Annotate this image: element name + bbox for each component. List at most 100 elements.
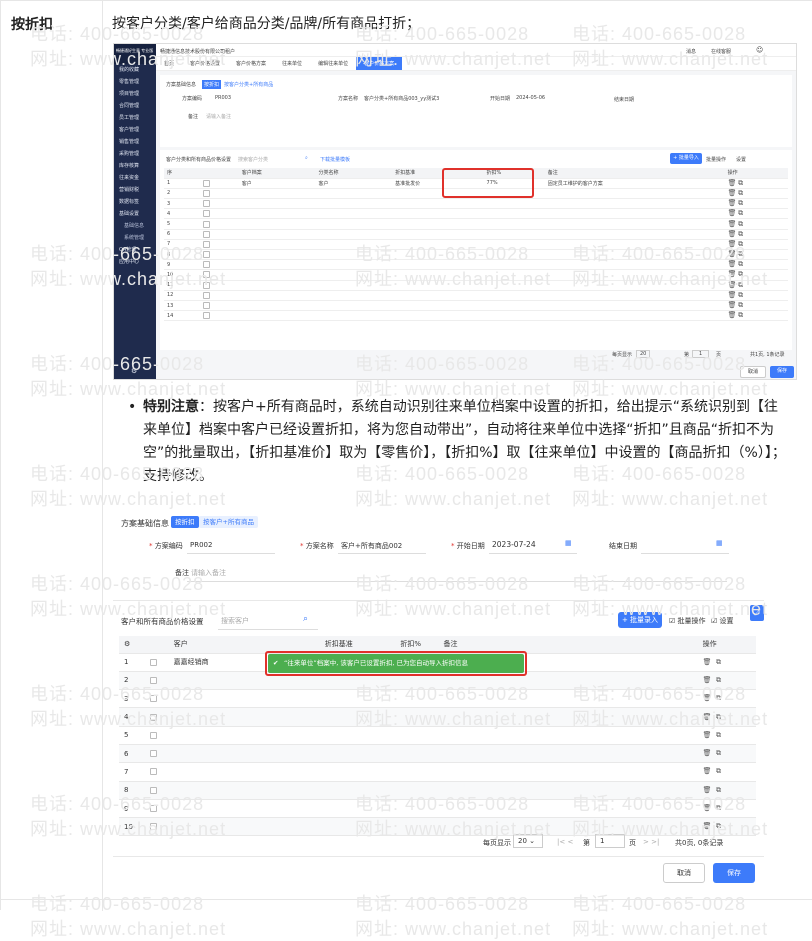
row-checkbox[interactable] [203, 200, 211, 208]
delete-icon[interactable]: 🗑 [703, 731, 712, 739]
sidebar-item[interactable]: 客户管理 [114, 124, 156, 136]
cancel-button[interactable]: 取消 [740, 366, 766, 378]
copy-icon[interactable]: ⧉ [716, 767, 721, 776]
sidebar-item[interactable]: 营销财税 [114, 184, 156, 196]
sidebar-item[interactable]: 往来资金 [114, 172, 156, 184]
table-row[interactable]: 7 🗑 ⧉ [119, 762, 756, 782]
copy-icon[interactable]: ⧉ [738, 199, 743, 208]
cancel-button[interactable]: 取消 [663, 863, 705, 883]
row-actions[interactable]: 🗑 ⧉ [697, 762, 756, 782]
row-checkbox[interactable] [149, 750, 157, 758]
table-row[interactable]: 11 🗑 ⧉ [164, 280, 788, 291]
row-actions[interactable]: 🗑 ⧉ [724, 208, 788, 220]
batch-import-button[interactable]: + 批量导入 [670, 153, 702, 164]
row-actions[interactable]: 🗑 ⧉ [724, 218, 788, 230]
sidebar-item[interactable]: 项目管理 [114, 88, 156, 100]
delete-icon[interactable]: 🗑 [728, 179, 737, 187]
copy-icon[interactable]: ⧉ [738, 240, 743, 249]
row-checkbox[interactable] [203, 302, 211, 310]
copy-icon[interactable]: ⧉ [716, 822, 721, 831]
next-page-icon[interactable]: > >| [643, 838, 659, 846]
row-actions[interactable]: 🗑 ⧉ [697, 744, 756, 764]
sidebar-item[interactable]: 员工管理 [114, 112, 156, 124]
row-actions[interactable]: 🗑 ⧉ [724, 290, 788, 301]
delete-icon[interactable]: 🗑 [703, 749, 712, 757]
row-actions[interactable]: 🗑 ⧉ [724, 229, 788, 240]
discount-tag[interactable]: 按折扣 [202, 80, 222, 89]
delete-icon[interactable]: 🗑 [728, 270, 737, 278]
sidebar-item[interactable]: 基础设置 [114, 208, 156, 220]
sidebar-item[interactable]: 合同管理 [114, 100, 156, 112]
row-checkbox[interactable] [149, 658, 157, 666]
table-row[interactable]: 6 🗑 ⧉ [119, 744, 756, 764]
copy-icon[interactable]: ⧉ [738, 281, 743, 290]
fullscreen-icon[interactable]: ⤢ [750, 605, 764, 621]
save-button[interactable]: 保存 [770, 366, 794, 378]
delete-icon[interactable]: 🗑 [728, 291, 737, 299]
template-link[interactable]: 下载批量模板 [320, 156, 350, 163]
page-input[interactable]: 1 [692, 350, 710, 358]
row-checkbox[interactable] [149, 768, 157, 776]
row-checkbox[interactable] [203, 312, 211, 320]
row-checkbox[interactable] [149, 786, 157, 794]
copy-icon[interactable]: ⧉ [716, 713, 721, 722]
row-actions[interactable]: 🗑 ⧉ [724, 198, 788, 210]
search-icon[interactable]: ⌕ [305, 155, 308, 161]
settings-gear-icon[interactable]: ⚙ [131, 367, 137, 375]
tab-customer-price-plan[interactable]: 客户价格方案 [228, 57, 274, 70]
delete-icon[interactable]: 🗑 [728, 301, 737, 309]
table-row[interactable]: 5 🗑 ⧉ [164, 218, 788, 230]
page-size-select[interactable]: 20 [636, 350, 651, 358]
delete-icon[interactable]: 🗑 [728, 220, 737, 228]
table-row[interactable]: 4 🗑 ⧉ [164, 208, 788, 220]
table-row[interactable]: 7 🗑 ⧉ [164, 239, 788, 251]
row-actions[interactable]: 🗑 ⧉ [697, 707, 756, 727]
row-checkbox[interactable] [203, 220, 211, 228]
row-actions[interactable]: 🗑 ⧉ [724, 249, 788, 261]
messages-link[interactable]: 消息 [686, 48, 696, 55]
row-checkbox[interactable] [203, 240, 211, 248]
row-checkbox[interactable] [203, 210, 211, 218]
copy-icon[interactable]: ⧉ [738, 179, 743, 188]
sidebar-item[interactable]: 系统管理 [114, 232, 156, 244]
delete-icon[interactable]: 🗑 [728, 230, 737, 238]
tab-customer-price-setting[interactable]: 客户价格设置 [182, 57, 228, 70]
table-row[interactable]: 9 🗑 ⧉ [119, 799, 756, 819]
row-actions[interactable]: 🗑 ⧉ [724, 239, 788, 251]
tab-partners[interactable]: 往来单位 [274, 57, 310, 70]
table-row[interactable]: 3 🗑 ⧉ [164, 198, 788, 210]
copy-icon[interactable]: ⧉ [716, 676, 721, 685]
delete-icon[interactable]: 🗑 [728, 281, 737, 289]
row-checkbox[interactable] [203, 251, 211, 259]
delete-icon[interactable]: 🗑 [728, 240, 737, 248]
scope-tag[interactable]: 按客户分类+所有商品 [222, 80, 275, 89]
page-input[interactable]: 1 [595, 834, 625, 848]
first-page-icon[interactable]: |< < [557, 838, 573, 846]
copy-icon[interactable]: ⧉ [738, 189, 743, 198]
sidebar-item[interactable]: 库存核算 [114, 160, 156, 172]
tab-home[interactable]: 首页 [156, 57, 182, 70]
discount-tag[interactable]: 按折扣 [171, 516, 199, 528]
delete-icon[interactable]: 🗑 [703, 676, 712, 684]
table-row[interactable]: 8 🗑 ⧉ [119, 781, 756, 800]
copy-icon[interactable]: ⧉ [738, 291, 743, 300]
org-name[interactable]: 畅捷通信息技术股份有限公司租户 [160, 48, 235, 55]
row-checkbox[interactable] [203, 281, 211, 289]
delete-icon[interactable]: 🗑 [728, 189, 737, 197]
copy-icon[interactable]: ⧉ [738, 250, 743, 259]
row-checkbox[interactable] [149, 676, 157, 684]
sidebar-item[interactable]: 数据标签 [114, 196, 156, 208]
table-row[interactable]: 4 🗑 ⧉ [119, 707, 756, 727]
sidebar-item[interactable]: 应用中心 [114, 256, 156, 268]
copy-icon[interactable]: ⧉ [738, 230, 743, 239]
tab-active-price-plan[interactable]: 客户价格方案 [356, 57, 403, 70]
settings-button[interactable]: 设置 [736, 156, 746, 163]
row-actions[interactable]: 🗑 ⧉ [697, 671, 756, 691]
copy-icon[interactable]: ⧉ [738, 311, 743, 320]
delete-icon[interactable]: 🗑 [703, 694, 712, 702]
sidebar-item[interactable]: 零售管理 [114, 76, 156, 88]
delete-icon[interactable]: 🗑 [703, 804, 712, 812]
copy-icon[interactable]: ⧉ [738, 270, 743, 279]
copy-icon[interactable]: ⧉ [716, 804, 721, 813]
delete-icon[interactable]: 🗑 [728, 311, 737, 319]
